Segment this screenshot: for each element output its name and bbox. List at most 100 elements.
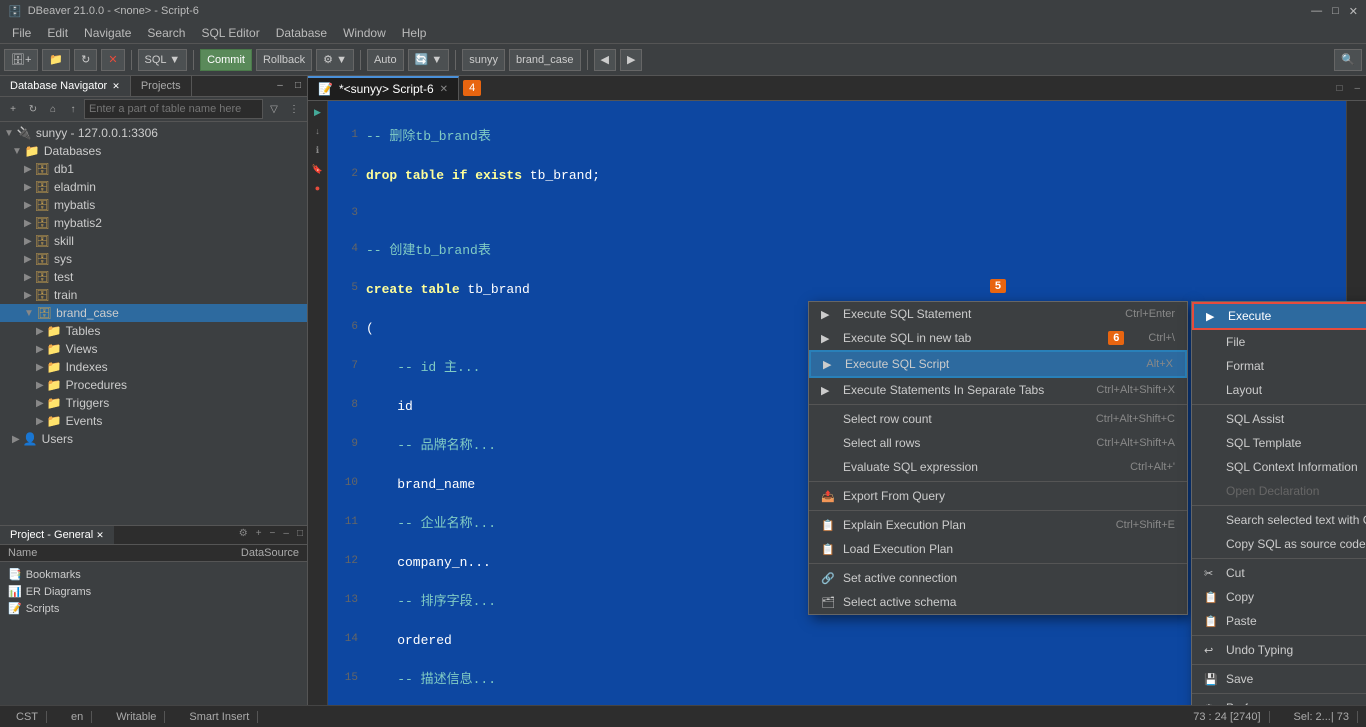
connection-selector[interactable]: sunyy: [462, 49, 505, 71]
tree-events-folder[interactable]: ▶ 📁 Events: [0, 412, 307, 430]
stop-btn[interactable]: ✕: [101, 49, 124, 71]
menu-edit[interactable]: Edit: [39, 24, 76, 42]
scm-preferences[interactable]: ⚙ Preferences...: [1192, 696, 1366, 705]
scm-search-google[interactable]: Search selected text with Google: [1192, 508, 1366, 532]
menu-search[interactable]: Search: [139, 24, 193, 42]
scm-execute[interactable]: ▶ Execute ▶: [1192, 302, 1366, 330]
rollback-btn[interactable]: Rollback: [256, 49, 312, 71]
scm-file[interactable]: File ▶: [1192, 330, 1366, 354]
tree-db-test[interactable]: ▶ 🗄 test: [0, 268, 307, 286]
side-bookmark-btn[interactable]: 🔖: [309, 160, 327, 178]
scm-cut[interactable]: ✂ Cut Ctrl+X: [1192, 561, 1366, 585]
cm-select-all-rows[interactable]: Select all rows Ctrl+Alt+Shift+A: [809, 431, 1187, 455]
scm-sql-context[interactable]: SQL Context Information F2: [1192, 455, 1366, 479]
side-run-btn[interactable]: ▶: [309, 103, 327, 121]
code-editor[interactable]: 1-- 删除tb_brand表 2drop table if exists tb…: [328, 101, 1366, 705]
cm-execute-separate[interactable]: ▶ Execute Statements In Separate Tabs Ct…: [809, 378, 1187, 402]
tree-tables-folder[interactable]: ▶ 📁 Tables: [0, 322, 307, 340]
side-red-btn[interactable]: ●: [309, 179, 327, 197]
refresh-nav-btn[interactable]: ↻: [24, 100, 42, 118]
maximize-btn[interactable]: □: [1332, 5, 1339, 18]
tab-db-navigator[interactable]: Database Navigator ✕: [0, 76, 131, 96]
tree-views-folder[interactable]: ▶ 📁 Views: [0, 340, 307, 358]
panel-config-btn[interactable]: ⚙: [235, 526, 252, 544]
tree-db-skill[interactable]: ▶ 🗄 skill: [0, 232, 307, 250]
panel-collapse-btn[interactable]: –: [279, 526, 293, 544]
editor-maximize-btn[interactable]: □: [1330, 81, 1348, 96]
title-bar-controls[interactable]: — □ ✕: [1311, 5, 1358, 18]
editor-tab-script6[interactable]: 📝 *<sunyy> Script-6 ✕: [308, 76, 459, 100]
cm-export-query[interactable]: 📤 Export From Query: [809, 484, 1187, 508]
filter-btn[interactable]: ▽: [265, 100, 283, 118]
cm-load-plan[interactable]: 📋 Load Execution Plan: [809, 537, 1187, 561]
close-btn[interactable]: ✕: [1349, 5, 1358, 18]
scm-copy-sql[interactable]: Copy SQL as source code Ctrl+Shift+C: [1192, 532, 1366, 556]
transaction-btn[interactable]: ⚙ ▼: [316, 49, 354, 71]
side-step-btn[interactable]: ↓: [309, 122, 327, 140]
open-btn[interactable]: 📁: [42, 49, 70, 71]
cm-explain-plan[interactable]: 📋 Explain Execution Plan Ctrl+Shift+E: [809, 513, 1187, 537]
cm-execute-new-tab[interactable]: ▶ Execute SQL in new tab 6 Ctrl+\: [809, 326, 1187, 350]
panel-maximize-btn2[interactable]: □: [293, 526, 307, 544]
new-db-btn[interactable]: +: [4, 100, 22, 118]
project-bookmarks[interactable]: 📑 Bookmarks: [4, 566, 303, 583]
menu-file[interactable]: File: [4, 24, 39, 42]
settings-nav-btn[interactable]: ⋮: [285, 100, 303, 118]
minimize-btn[interactable]: —: [1311, 5, 1322, 18]
menu-sql-editor[interactable]: SQL Editor: [193, 24, 267, 42]
project-er-diagrams[interactable]: 📊 ER Diagrams: [4, 583, 303, 600]
tree-triggers-folder[interactable]: ▶ 📁 Triggers: [0, 394, 307, 412]
scm-format[interactable]: Format ▶: [1192, 354, 1366, 378]
db-selector[interactable]: brand_case: [509, 49, 581, 71]
tab-projects[interactable]: Projects: [131, 76, 192, 96]
side-info-btn[interactable]: ℹ: [309, 141, 327, 159]
tab-project-general[interactable]: Project - General ✕: [0, 526, 114, 544]
panel-minimize-btn[interactable]: –: [271, 76, 289, 94]
cm-execute-script[interactable]: ▶ Execute SQL Script Alt+X: [809, 350, 1187, 378]
cm-execute-statement[interactable]: ▶ Execute SQL Statement Ctrl+Enter: [809, 302, 1187, 326]
panel-maximize-btn[interactable]: □: [289, 76, 307, 94]
tree-users-folder[interactable]: ▶ 👤 Users: [0, 430, 307, 448]
tree-databases-folder[interactable]: ▼ 📁 Databases: [0, 142, 307, 160]
tree-db-eladmin[interactable]: ▶ 🗄 eladmin: [0, 178, 307, 196]
scm-open-decl[interactable]: Open Declaration F4: [1192, 479, 1366, 503]
search-global[interactable]: 🔍: [1334, 49, 1362, 71]
nav-up-btn[interactable]: ↑: [64, 100, 82, 118]
tree-conn-sunyy[interactable]: ▼ 🔌 sunyy - 127.0.0.1:3306: [0, 124, 307, 142]
tree-indexes-folder[interactable]: ▶ 📁 Indexes: [0, 358, 307, 376]
script6-close[interactable]: ✕: [440, 84, 448, 95]
cm-select-schema[interactable]: 🗂 Select active schema: [809, 590, 1187, 614]
search-input[interactable]: [84, 99, 263, 119]
tree-db-mybatis[interactable]: ▶ 🗄 mybatis: [0, 196, 307, 214]
tree-db-train[interactable]: ▶ 🗄 train: [0, 286, 307, 304]
scm-undo[interactable]: ↩ Undo Typing Ctrl+Z: [1192, 638, 1366, 662]
browse-fwd[interactable]: ▶: [620, 49, 642, 71]
scm-save[interactable]: 💾 Save Ctrl+S: [1192, 667, 1366, 691]
scm-layout[interactable]: Layout ▶: [1192, 378, 1366, 402]
cm-evaluate-sql[interactable]: Evaluate SQL expression Ctrl+Alt+': [809, 455, 1187, 479]
tree-db-brand-case[interactable]: ▼ 🗄 brand_case: [0, 304, 307, 322]
menu-database[interactable]: Database: [268, 24, 335, 42]
tree-db-sys[interactable]: ▶ 🗄 sys: [0, 250, 307, 268]
sql-btn[interactable]: SQL ▼: [138, 49, 188, 71]
browse-back[interactable]: ◀: [594, 49, 616, 71]
cm-set-connection[interactable]: 🔗 Set active connection: [809, 566, 1187, 590]
autocommit-toggle[interactable]: 🔄 ▼: [408, 49, 450, 71]
new-connection-btn[interactable]: 🗄+: [4, 49, 38, 71]
scm-sql-template[interactable]: SQL Template Ctrl+Alt+Space: [1192, 431, 1366, 455]
cm-select-row-count[interactable]: Select row count Ctrl+Alt+Shift+C: [809, 407, 1187, 431]
menu-window[interactable]: Window: [335, 24, 394, 42]
nav-home-btn[interactable]: ⌂: [44, 100, 62, 118]
auto-commit-btn[interactable]: Auto: [367, 49, 404, 71]
panel-add-btn[interactable]: +: [252, 526, 266, 544]
menu-navigate[interactable]: Navigate: [76, 24, 139, 42]
tree-procedures-folder[interactable]: ▶ 📁 Procedures: [0, 376, 307, 394]
commit-btn[interactable]: Commit: [200, 49, 252, 71]
editor-restore-btn[interactable]: –: [1348, 81, 1366, 96]
scm-sql-assist[interactable]: SQL Assist Ctrl+Space: [1192, 407, 1366, 431]
refresh-btn[interactable]: ↻: [74, 49, 97, 71]
project-scripts[interactable]: 📝 Scripts: [4, 600, 303, 617]
scm-paste[interactable]: 📋 Paste Ctrl+V: [1192, 609, 1366, 633]
tree-db-mybatis2[interactable]: ▶ 🗄 mybatis2: [0, 214, 307, 232]
panel-remove-btn[interactable]: −: [266, 526, 280, 544]
